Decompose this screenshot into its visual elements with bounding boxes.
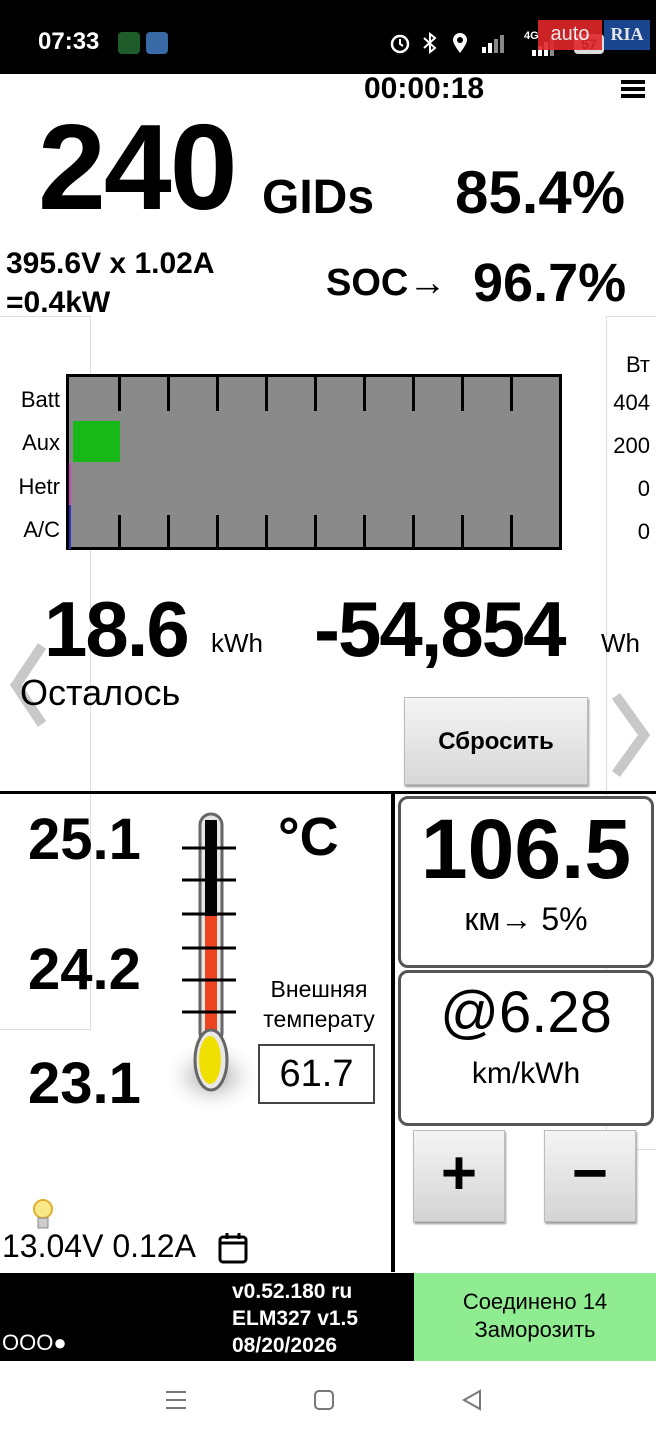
pack-voltage-current: 395.6V x 1.02A bbox=[6, 247, 215, 280]
scale-tick bbox=[167, 515, 170, 549]
efficiency-value: @6.28 bbox=[440, 980, 612, 1045]
scale-tick bbox=[412, 377, 415, 411]
row-value-batt: 404 bbox=[613, 390, 650, 415]
scale-tick bbox=[510, 377, 513, 411]
bluetooth-icon bbox=[423, 31, 437, 55]
recent-apps-icon[interactable] bbox=[164, 1388, 188, 1412]
external-temp-label-line1: Внешняя bbox=[270, 976, 368, 1002]
decrease-efficiency-button[interactable]: − bbox=[544, 1130, 636, 1222]
adapter-version: ELM327 v1.5 bbox=[232, 1307, 359, 1330]
watermark-auto: auto bbox=[538, 20, 602, 50]
location-icon bbox=[453, 33, 467, 53]
scale-tick bbox=[314, 377, 317, 411]
scale-tick bbox=[216, 377, 219, 411]
scale-tick bbox=[265, 515, 268, 549]
external-temp-value: 61.7 bbox=[258, 1044, 375, 1104]
power-bar-graph bbox=[66, 374, 562, 550]
row-label-batt: Batt bbox=[20, 387, 60, 412]
range-value: 106.5 bbox=[420, 802, 632, 896]
range-reserve: км→ 5% bbox=[464, 901, 588, 937]
version-date: 08/20/2026 bbox=[232, 1334, 338, 1357]
scale-tick bbox=[167, 377, 170, 411]
thermometer-icon bbox=[162, 812, 260, 1114]
scale-tick bbox=[314, 515, 317, 549]
divider-vertical bbox=[391, 794, 395, 1272]
tick-row-top bbox=[69, 377, 559, 417]
lightbulb-icon bbox=[33, 1199, 53, 1229]
soc-label: SOC→ bbox=[326, 262, 447, 304]
energy-remaining-label: Осталось bbox=[20, 672, 181, 713]
battery-temp-max: 25.1 bbox=[28, 807, 141, 872]
menu-icon[interactable] bbox=[621, 80, 645, 98]
gids-value: 240 bbox=[38, 99, 238, 235]
signal-icon bbox=[482, 35, 504, 53]
reset-button[interactable]: Сбросить bbox=[404, 697, 588, 785]
increase-efficiency-button[interactable]: + bbox=[413, 1130, 505, 1222]
scale-tick bbox=[363, 377, 366, 411]
scale-tick bbox=[461, 377, 464, 411]
connection-status: Соединено 14 bbox=[462, 1289, 608, 1314]
freeze-label: Заморозить bbox=[474, 1317, 596, 1342]
scale-tick bbox=[412, 515, 415, 549]
range-panel: 106.5 км→ 5% bbox=[398, 796, 654, 968]
heater-power-bar bbox=[69, 463, 71, 505]
battery-temp-avg: 24.2 bbox=[28, 937, 141, 1002]
connection-status-button[interactable]: Соединено 14 Заморозить bbox=[414, 1273, 656, 1361]
energy-remaining-value: 18.6 bbox=[44, 585, 190, 673]
chevron-right-icon[interactable] bbox=[606, 690, 656, 780]
scale-tick bbox=[216, 515, 219, 549]
efficiency-unit: km/kWh bbox=[471, 1057, 581, 1090]
row-label-aux: Aux bbox=[22, 430, 60, 455]
tick-row-bottom bbox=[69, 513, 559, 549]
row-label-hetr: Hetr bbox=[18, 474, 60, 499]
gids-unit: GIDs bbox=[262, 171, 375, 224]
app-version: v0.52.180 ru bbox=[232, 1280, 353, 1303]
aux-battery-readout: 13.04V 0.12A bbox=[2, 1228, 196, 1264]
scale-tick bbox=[461, 515, 464, 549]
calendar-icon[interactable] bbox=[218, 1232, 248, 1264]
back-icon[interactable] bbox=[460, 1388, 484, 1412]
row-label-ac: A/C bbox=[23, 517, 60, 542]
scale-tick bbox=[118, 377, 121, 411]
gids-percent: 85.4% bbox=[455, 159, 626, 226]
app-notification-icon bbox=[118, 32, 140, 54]
watermark: auto RIA bbox=[538, 20, 650, 52]
scale-tick bbox=[510, 515, 513, 549]
watermark-ria: RIA bbox=[604, 20, 650, 50]
home-icon[interactable] bbox=[312, 1388, 336, 1412]
energy-used-value: -54,854 bbox=[314, 585, 567, 673]
aux-power-bar bbox=[73, 421, 120, 462]
clock: 07:33 bbox=[38, 28, 100, 55]
connection-dots: OOO● bbox=[2, 1330, 67, 1355]
row-value-aux: 200 bbox=[613, 433, 650, 458]
energy-used-unit: Wh bbox=[601, 628, 640, 658]
battery-temp-min: 23.1 bbox=[28, 1051, 141, 1116]
energy-remaining-unit: kWh bbox=[211, 628, 263, 658]
external-temp-label: Внешняя температу bbox=[254, 974, 384, 1034]
row-value-ac: 0 bbox=[637, 519, 650, 544]
row-value-hetr: 0 bbox=[637, 476, 650, 501]
session-timer: 00:00:18 bbox=[364, 72, 485, 105]
scale-tick bbox=[118, 515, 121, 549]
temperature-unit: °C bbox=[278, 807, 339, 867]
external-temp-label-line2: температу bbox=[263, 1006, 375, 1032]
scale-tick bbox=[363, 515, 366, 549]
scale-tick bbox=[265, 377, 268, 411]
efficiency-panel: @6.28 km/kWh bbox=[398, 970, 654, 1126]
alarm-icon bbox=[390, 34, 410, 54]
soc-value: 96.7% bbox=[473, 253, 627, 313]
power-unit: Вт bbox=[625, 352, 650, 377]
gallery-notification-icon bbox=[146, 32, 168, 54]
version-info: v0.52.180 ru ELM327 v1.5 08/20/2026 bbox=[232, 1278, 358, 1359]
divider-horizontal bbox=[0, 791, 656, 794]
